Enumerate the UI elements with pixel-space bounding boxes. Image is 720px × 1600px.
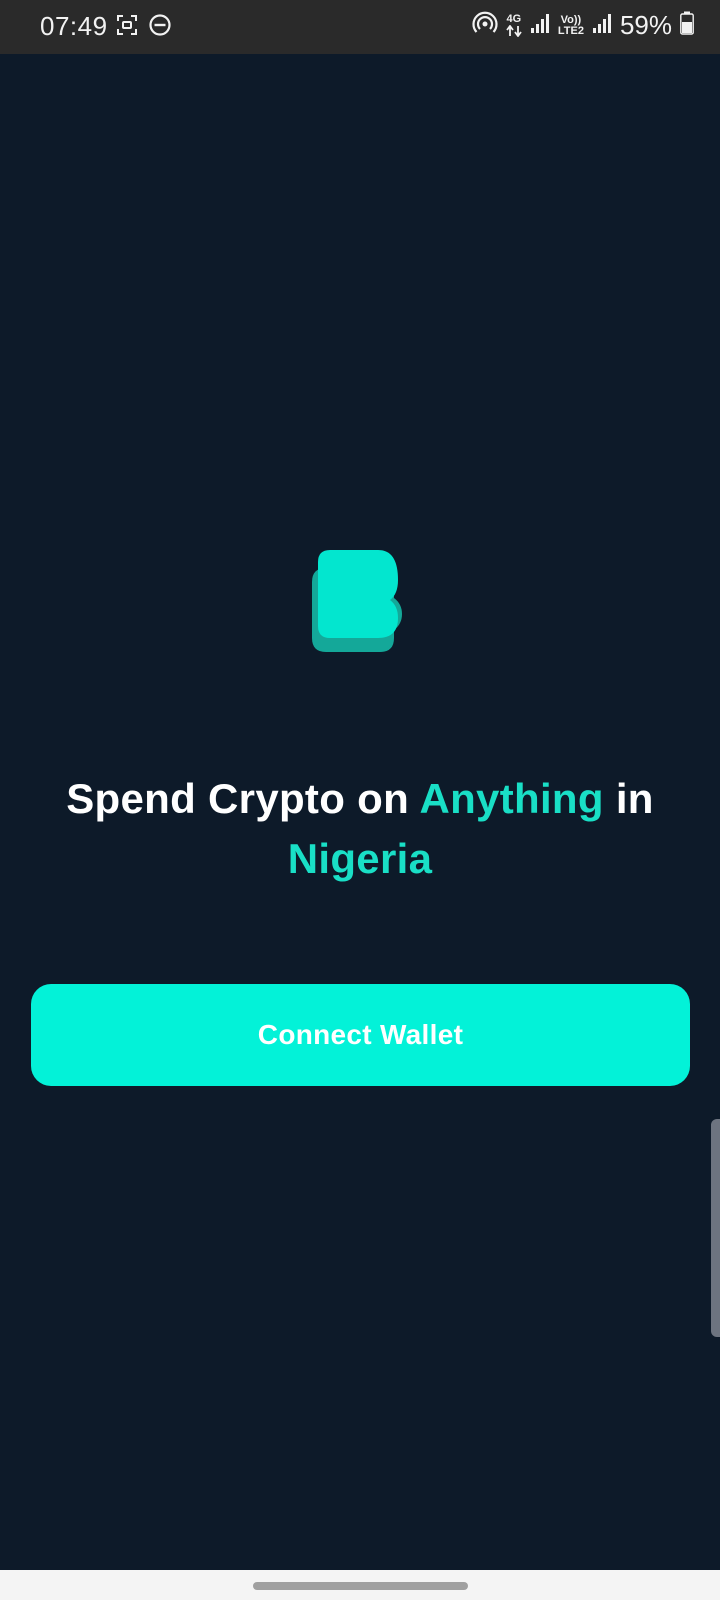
status-left-icons	[116, 13, 172, 42]
do-not-disturb-icon	[148, 13, 172, 42]
headline-text-2: in	[603, 775, 654, 822]
headline-text-1: Spend Crypto on	[66, 775, 420, 822]
status-time: 07:49	[40, 11, 108, 41]
status-bar: 07:49 4G Vo)) LTE2 59%	[0, 0, 720, 54]
screenshot-icon	[116, 14, 138, 41]
connect-wallet-button[interactable]: Connect Wallet	[31, 984, 690, 1086]
navigation-bar	[0, 1570, 720, 1600]
volte-label: Vo)) LTE2	[557, 13, 584, 37]
battery-icon	[680, 11, 694, 40]
signal-icon-2	[592, 12, 612, 39]
headline: Spend Crypto on Anything in Nigeria	[30, 769, 690, 889]
app-screen: Spend Crypto on Anything in Nigeria Conn…	[0, 54, 720, 1570]
network-type-label: 4G	[506, 13, 522, 25]
signal-icon	[530, 12, 550, 39]
home-indicator[interactable]	[253, 1582, 468, 1590]
app-logo	[310, 542, 410, 662]
headline-accent-nigeria: Nigeria	[287, 835, 433, 882]
scrollbar[interactable]	[711, 1119, 720, 1337]
connect-wallet-label: Connect Wallet	[257, 1019, 464, 1050]
hotspot-icon	[472, 10, 498, 41]
data-arrows-icon: 4G	[506, 14, 522, 37]
status-right-icons: 4G Vo)) LTE2 59%	[472, 10, 694, 41]
headline-accent-anything: Anything	[419, 775, 604, 822]
battery-percent: 59%	[619, 10, 672, 40]
